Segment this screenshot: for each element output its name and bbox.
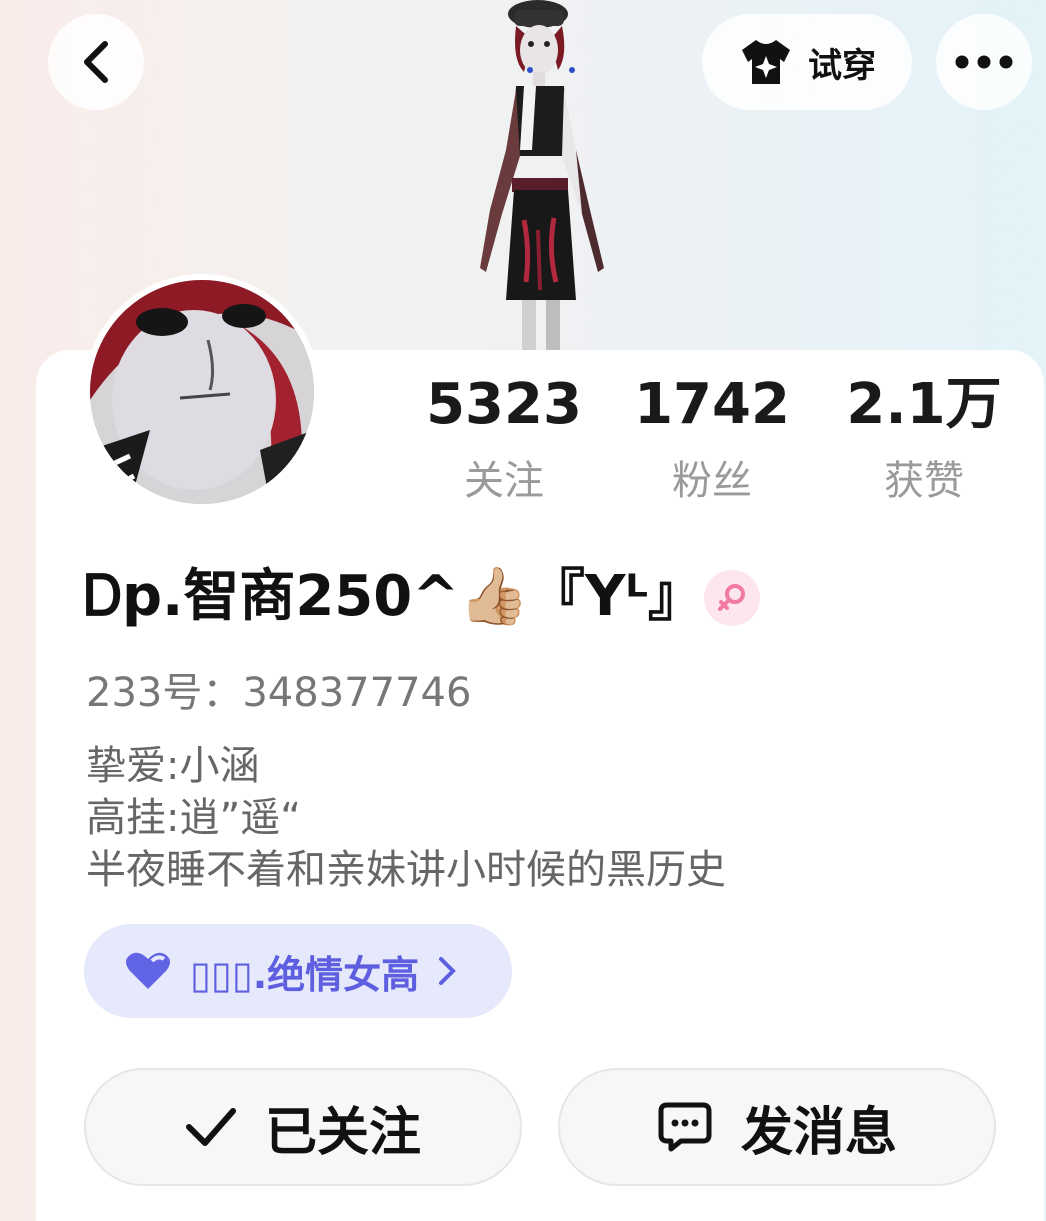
try-on-button[interactable]: 试穿 [702,14,912,110]
bio-line: 挚爱:小涵 [86,743,260,789]
bio: 挚爱:小涵 高挂:逍”遥“ 半夜睡不着和亲妹讲小时候的黑历史 [86,740,726,896]
likes-label: 获赞 [884,458,964,504]
bio-line: 高挂:逍”遥“ [86,795,301,841]
shirt-sparkle-icon [742,40,790,84]
following-label: 关注 [464,458,544,504]
avatar-image [90,280,314,504]
username: Ꭰp.智商250^👍🏼『Yᴸ』 [84,564,704,629]
stat-fans[interactable]: 1742 粉丝 [622,372,802,506]
heart-icon [126,952,170,989]
group-label: ▯▯▯.绝情女高 [190,952,420,997]
group-tag[interactable]: ▯▯▯.绝情女高 [84,924,512,1018]
fans-count: 1742 [634,372,790,437]
likes-count: 2.1万 [846,372,1002,437]
female-icon [718,584,745,611]
send-message-label: 发消息 [740,1102,897,1163]
followed-button[interactable]: 已关注 [84,1068,522,1186]
chevron-left-icon [84,41,108,83]
try-on-label: 试穿 [808,45,876,86]
followed-label: 已关注 [264,1102,421,1163]
stat-following[interactable]: 5323 关注 [414,372,594,506]
more-options-button[interactable] [936,14,1032,110]
user-id[interactable]: 233号：348377746 [86,660,471,718]
chevron-right-icon [439,957,457,985]
stat-likes[interactable]: 2.1万 获赞 [834,372,1014,506]
back-button[interactable] [48,14,144,110]
avatar-3d-figure [480,0,604,352]
fans-label: 粉丝 [672,458,752,504]
send-message-button[interactable]: 发消息 [558,1068,996,1186]
bio-line: 半夜睡不着和亲妹讲小时候的黑历史 [86,847,726,893]
gender-badge [704,570,760,626]
following-count: 5323 [426,372,582,437]
chat-bubble-icon [658,1102,712,1152]
avatar[interactable] [84,274,320,510]
check-icon [185,1108,236,1146]
more-dots-icon [955,55,1013,69]
